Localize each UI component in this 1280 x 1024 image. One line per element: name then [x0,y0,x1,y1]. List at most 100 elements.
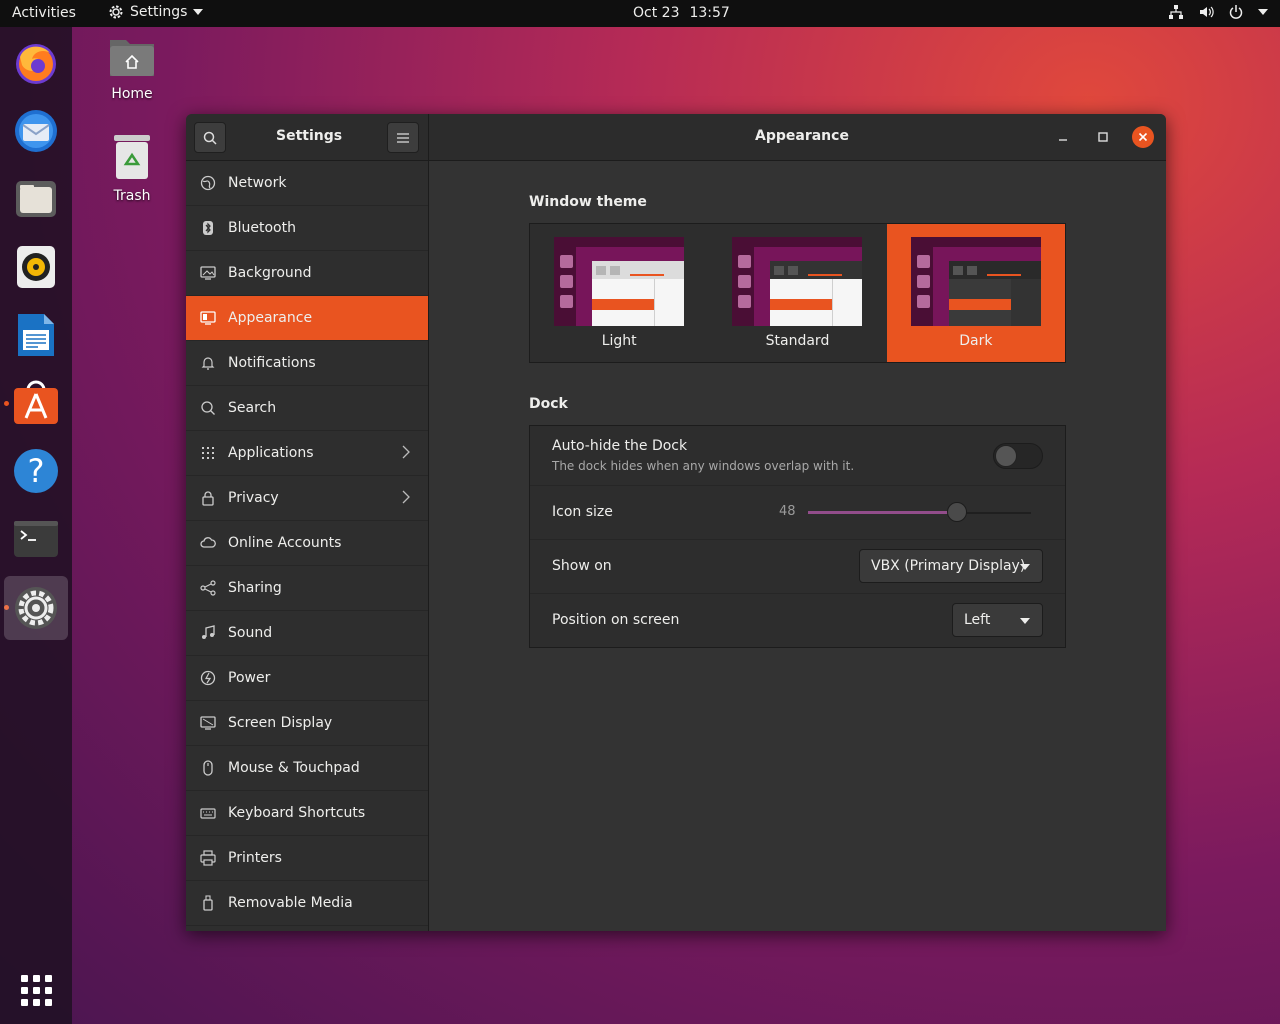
desktop-trash-label: Trash [113,188,151,204]
dock-rhythmbox[interactable] [8,239,64,295]
sidebar-item-removable-media[interactable]: Removable Media [186,881,428,926]
app-menu[interactable]: Settings [108,4,204,20]
dock-settings[interactable] [4,576,68,640]
keyboard-icon [200,805,216,821]
settings-icon [15,587,57,629]
sidebar-item-privacy[interactable]: Privacy [186,476,428,521]
chevron-down-icon [1020,618,1030,624]
minimize-button[interactable] [1052,126,1074,148]
system-tray[interactable] [1168,4,1268,20]
sidebar-item-label: Keyboard Shortcuts [228,805,366,821]
share-icon [200,580,216,596]
cloud-icon [200,535,216,551]
sidebar-item-keyboard-shortcuts[interactable]: Keyboard Shortcuts [186,791,428,836]
sidebar-item-label: Bluetooth [228,220,296,236]
slider-handle[interactable] [947,502,967,522]
desktop-trash[interactable]: Trash [92,134,172,204]
close-icon [1138,132,1148,142]
top-bar: Activities Settings Oct 23 13:57 [0,0,1280,27]
printer-icon [200,850,216,866]
sidebar-item-notifications[interactable]: Notifications [186,341,428,386]
clock-time: 13:57 [689,5,730,21]
sidebar-title: Settings [276,128,343,144]
close-button[interactable] [1132,126,1154,148]
sidebar-item-printers[interactable]: Printers [186,836,428,881]
sidebar-item-mouse-touchpad[interactable]: Mouse & Touchpad [186,746,428,791]
header-bar: Settings Appearance [186,114,1166,161]
sidebar-item-network[interactable]: Network [186,161,428,206]
dock-thunderbird[interactable] [8,103,64,159]
theme-option-standard[interactable]: Standard [708,224,886,362]
sidebar-header: Settings [186,114,429,161]
search-button[interactable] [194,122,226,153]
icon-size-row: Icon size 48 [530,486,1065,540]
gear-icon [109,5,123,19]
theme-option-dark[interactable]: Dark [886,224,1065,362]
sidebar-item-label: Network [228,175,287,191]
app-grid-icon [20,974,52,1006]
page-title: Appearance [755,128,849,144]
dock-heading: Dock [529,396,568,412]
position-label: Position on screen [552,612,680,628]
dock-software[interactable] [8,375,64,431]
usb-icon [200,895,216,911]
sidebar-item-label: Screen Display [228,715,333,731]
sidebar-item-search[interactable]: Search [186,386,428,431]
maximize-icon [1098,132,1108,142]
chevron-right-icon [402,444,410,463]
app-menu-label: Settings [130,4,188,20]
sidebar-item-label: Privacy [228,490,279,506]
show-applications-button[interactable] [8,962,64,1018]
svg-text:?: ? [28,452,45,490]
sidebar-item-label: Sound [228,625,273,641]
dock-files[interactable] [8,171,64,227]
dock-settings-list: Auto-hide the Dock The dock hides when a… [529,425,1066,648]
minimize-icon [1059,139,1067,141]
files-icon [16,181,56,217]
bluetooth-icon [200,220,216,236]
sidebar-item-label: Background [228,265,312,281]
search-icon [200,400,216,416]
autohide-toggle[interactable] [993,443,1043,469]
dock: ? [0,27,72,1024]
main-menu-button[interactable] [387,122,419,153]
icon-size-slider[interactable] [808,502,1031,522]
sidebar-item-applications[interactable]: Applications [186,431,428,476]
sidebar-item-bluetooth[interactable]: Bluetooth [186,206,428,251]
dock-writer[interactable] [8,307,64,363]
music-note-icon [200,625,216,641]
desktop-home[interactable]: Home [92,36,172,102]
sidebar-item-power[interactable]: Power [186,656,428,701]
volume-icon [1200,6,1214,18]
position-dropdown[interactable]: Left [952,603,1043,637]
sidebar-item-online-accounts[interactable]: Online Accounts [186,521,428,566]
sidebar-item-sharing[interactable]: Sharing [186,566,428,611]
help-icon: ? [14,449,58,493]
maximize-button[interactable] [1092,126,1114,148]
sidebar-item-screen-display[interactable]: Screen Display [186,701,428,746]
clock[interactable]: Oct 23 13:57 [633,5,730,21]
chevron-right-icon [402,489,410,508]
search-icon [203,131,217,145]
chevron-down-icon [1258,9,1268,15]
lock-icon [200,490,216,506]
sidebar-item-label: Sharing [228,580,282,596]
sidebar-item-sound[interactable]: Sound [186,611,428,656]
dock-help[interactable]: ? [8,443,64,499]
sidebar-item-background[interactable]: Background [186,251,428,296]
sidebar-item-appearance[interactable]: Appearance [186,296,428,341]
toggle-knob [995,445,1017,467]
settings-window: Settings Appearance Network Bluetooth Ba… [186,114,1166,931]
theme-option-light[interactable]: Light [530,224,708,362]
sidebar-item-label: Removable Media [228,895,353,911]
activities-button[interactable]: Activities [12,5,76,21]
firefox-icon [16,44,56,84]
display-icon [200,715,216,731]
position-row: Position on screen Left [530,594,1065,648]
show-on-label: Show on [552,558,612,574]
writer-icon [18,314,54,356]
show-on-dropdown[interactable]: VBX (Primary Display) [859,549,1043,583]
dock-firefox[interactable] [8,35,64,91]
grid-icon [200,445,216,461]
dock-terminal[interactable] [8,511,64,567]
